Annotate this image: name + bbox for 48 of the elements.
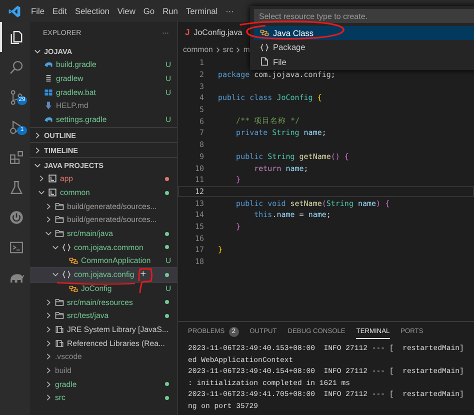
quick-pick-item[interactable]: Package [254,40,474,54]
chevron-icon [235,46,242,52]
hand-drawn-mark [137,268,153,294]
search-icon [8,58,24,76]
chevron-icon [214,46,221,52]
folder-icon [55,311,64,320]
file-type-icon [44,74,53,84]
menu-item[interactable]: Run [162,6,178,16]
library-icon [55,338,64,348]
chevron-icon [34,48,41,54]
flask-icon [8,178,24,196]
folder-icon [55,215,64,224]
class-icon [69,256,78,266]
chevron-icon [34,146,41,154]
project-icon [48,174,57,184]
menu-item[interactable]: View [117,6,136,16]
input-field[interactable]: Select resource type to create. [254,9,474,23]
menu-item[interactable]: Edit [52,6,67,16]
editor-tab[interactable]: J JoConfig.java [178,22,248,42]
menu-item[interactable]: File [31,6,44,16]
class-icon [69,284,78,293]
folder-icon [55,202,64,211]
document-icon [260,57,269,66]
class-icon [260,28,269,38]
java-file-icon: J [185,27,190,37]
menu-item[interactable]: ··· [226,6,234,16]
folder-icon [55,298,64,307]
chevron-icon [34,132,41,138]
library-icon [55,324,64,334]
package-icon [62,242,71,252]
project-icon [48,188,57,198]
chevron-icon [52,271,59,278]
file-type-icon [44,101,53,110]
menu-item[interactable]: Terminal [186,6,218,16]
file-type-icon [44,88,53,97]
folder-icon [55,229,64,238]
app-logo-icon [8,4,21,18]
menu-item[interactable]: Selection [74,6,110,16]
add-button[interactable]: + [140,270,146,280]
file-type-icon [44,60,53,70]
menu-item[interactable]: Go [143,6,155,16]
package-icon [260,42,269,52]
package-icon [62,270,71,280]
quick-pick-item[interactable]: File [254,55,474,68]
quick-pick-item[interactable]: Java Class [254,26,474,40]
file-type-icon [44,115,53,124]
extensions-icon [8,148,24,166]
power-icon [8,208,24,226]
